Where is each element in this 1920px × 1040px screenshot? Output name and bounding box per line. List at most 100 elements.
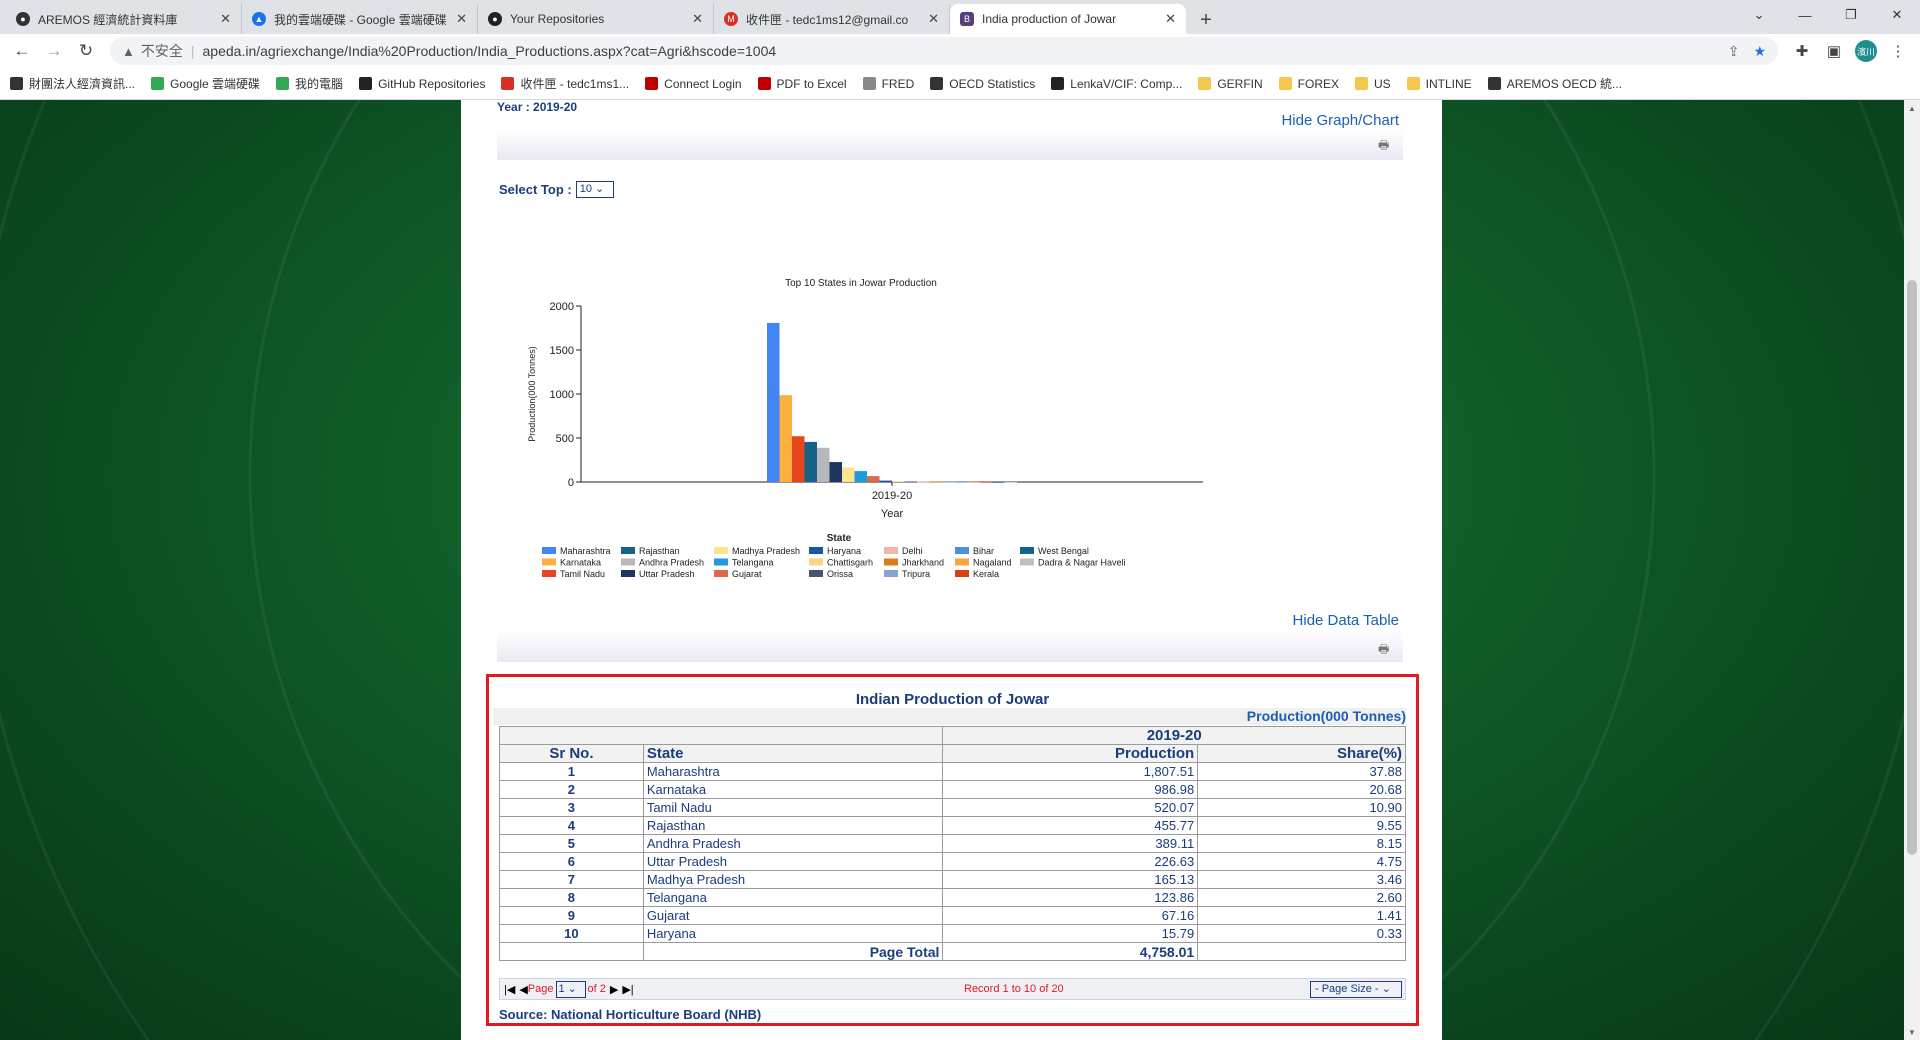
legend-label: Uttar Pradesh [639, 569, 695, 579]
cell-state: Rajasthan [642, 816, 944, 835]
bookmark-icon [1198, 77, 1212, 90]
bookmark-item[interactable]: LenkaV/CIF: Comp... [1051, 77, 1182, 91]
tab-jowar[interactable]: B India production of Jowar ✕ [950, 4, 1186, 34]
tab-title: 收件匣 - tedc1ms12@gmail.co [746, 12, 909, 27]
page-size-label: - Page Size - [1315, 982, 1379, 995]
close-icon[interactable]: ✕ [928, 11, 939, 27]
first-page-icon[interactable]: |◀ [504, 983, 515, 996]
blank-header [498, 726, 944, 745]
address-bar[interactable]: ▲ 不安全 | apeda.in/agriexchange/India%20Pr… [110, 37, 1778, 65]
scroll-up-icon[interactable]: ▲ [1904, 100, 1920, 116]
bookmark-item[interactable]: GERFIN [1198, 77, 1263, 91]
tab-github[interactable]: ● Your Repositories ✕ [478, 4, 714, 34]
print-icon[interactable]: 🖶 [1378, 640, 1398, 656]
page-size-select[interactable]: - Page Size - ⌄ [1310, 980, 1402, 998]
share-header[interactable]: Share(%) [1197, 744, 1406, 763]
scroll-down-icon[interactable]: ▼ [1904, 1024, 1920, 1040]
table-row: 7 Madhya Pradesh 165.13 3.46 [499, 870, 1406, 889]
close-icon[interactable]: ✕ [456, 11, 467, 27]
bootstrap-icon: B [960, 12, 974, 26]
bookmark-item[interactable]: OECD Statistics [930, 77, 1035, 91]
bookmark-item[interactable]: FOREX [1278, 77, 1339, 91]
reload-icon[interactable]: ↻ [72, 37, 100, 65]
legend-swatch [621, 558, 635, 566]
github-icon: ● [488, 12, 502, 26]
print-icon[interactable]: 🖶 [1378, 136, 1398, 152]
close-icon[interactable]: ✕ [220, 11, 231, 27]
tab-gmail[interactable]: M 收件匣 - tedc1ms12@gmail.co ✕ [714, 4, 950, 34]
table-row: 10 Haryana 15.79 0.33 [499, 924, 1406, 943]
bar-orissa [904, 481, 917, 483]
bookmark-item[interactable]: 收件匣 - tedc1ms1... [501, 75, 629, 92]
bookmark-item[interactable]: AREMOS OECD 統... [1487, 75, 1622, 92]
legend-title: State [827, 533, 852, 544]
y-tick-label: 1000 [550, 389, 574, 401]
bookmark-item[interactable]: GitHub Repositories [359, 77, 485, 91]
bookmark-icon [501, 77, 515, 90]
bookmark-icon [1406, 77, 1420, 90]
scrollbar-thumb[interactable] [1907, 280, 1917, 855]
legend-swatch [809, 547, 823, 554]
new-tab-button[interactable]: + [1192, 6, 1220, 34]
bookmark-star-icon[interactable]: ★ [1753, 43, 1766, 60]
next-page-icon[interactable]: ▶ [610, 983, 618, 996]
bookmark-item[interactable]: PDF to Excel [757, 77, 847, 91]
tab-google-drive[interactable]: ▲ 我的雲端硬碟 - Google 雲端硬碟 ✕ [242, 4, 478, 34]
legend-label: Andhra Pradesh [639, 558, 704, 568]
cell-production: 15.79 [942, 924, 1199, 943]
hide-graph-link[interactable]: Hide Graph/Chart [1281, 112, 1399, 129]
globe-icon: ● [16, 12, 30, 26]
legend-label: Haryana [827, 546, 861, 556]
page-scrollbar[interactable]: ▲ ▼ [1904, 100, 1920, 1040]
back-icon[interactable]: ← [8, 37, 36, 65]
page-select[interactable]: 1 ⌄ [555, 980, 586, 998]
cell-share: 1.41 [1197, 906, 1406, 925]
close-icon[interactable]: ✕ [1165, 11, 1176, 27]
y-tick-label: 1500 [550, 345, 574, 357]
cell-production: 67.16 [942, 906, 1199, 925]
bookmark-item[interactable]: Connect Login [645, 77, 742, 91]
legend-swatch [542, 547, 556, 554]
hide-table-link[interactable]: Hide Data Table [1293, 612, 1399, 629]
last-page-icon[interactable]: ▶| [622, 983, 633, 996]
side-panel-icon[interactable]: ▣ [1820, 37, 1848, 65]
bookmark-item[interactable]: INTLINE [1406, 77, 1472, 91]
close-icon[interactable]: ✕ [692, 11, 703, 27]
extensions-icon[interactable]: ✚ [1788, 37, 1816, 65]
close-window-icon[interactable]: ✕ [1874, 0, 1920, 30]
sr-header[interactable]: Sr No. [499, 744, 644, 763]
bookmark-item[interactable]: FRED [862, 76, 915, 91]
bookmark-label: FRED [881, 76, 915, 91]
cell-sr: 3 [499, 798, 644, 817]
prev-page-icon[interactable]: ◀ [519, 983, 527, 996]
window-controls: ⌄ — ❐ ✕ [1736, 0, 1920, 30]
bookmark-item[interactable]: 我的電腦 [276, 75, 343, 92]
legend-label: Tamil Nadu [560, 569, 605, 579]
legend-swatch [621, 570, 635, 577]
production-header[interactable]: Production [942, 744, 1199, 763]
minimize-icon[interactable]: — [1782, 0, 1828, 30]
cell-share: 0.33 [1197, 924, 1406, 943]
tab-aremos[interactable]: ● AREMOS 經濟統計資料庫 ✕ [6, 4, 242, 34]
total-label: Page Total [642, 942, 944, 961]
share-icon[interactable]: ⇪ [1728, 43, 1740, 60]
bookmark-item[interactable]: US [1355, 77, 1391, 91]
table-row: 9 Gujarat 67.16 1.41 [499, 906, 1406, 925]
y-axis-label: Production(000 Tonnes) [527, 346, 537, 441]
select-top-dropdown[interactable]: 10 ⌄ [575, 181, 614, 198]
page-select-value: 1 [558, 982, 565, 995]
content-panel: Year : 2019-20 Hide Graph/Chart 🖶 Select… [461, 100, 1442, 1040]
url-text[interactable]: apeda.in/agriexchange/India%20Production… [203, 43, 1714, 59]
restore-icon[interactable]: ❐ [1828, 0, 1874, 30]
bookmark-item[interactable]: Google 雲端硬碟 [151, 75, 260, 92]
bookmark-icon [930, 77, 944, 90]
menu-icon[interactable]: ⋮ [1884, 37, 1912, 65]
cell-share: 4.75 [1197, 852, 1406, 871]
legend-label: Madhya Pradesh [732, 546, 800, 556]
forward-icon[interactable]: → [40, 37, 68, 65]
state-header[interactable]: State [642, 744, 944, 763]
bookmark-item[interactable]: 財團法人經濟資訊... [10, 75, 135, 92]
profile-button[interactable]: 濱川 [1852, 37, 1880, 65]
bookmark-label: Google 雲端硬碟 [170, 77, 261, 91]
tab-search-icon[interactable]: ⌄ [1736, 0, 1782, 30]
